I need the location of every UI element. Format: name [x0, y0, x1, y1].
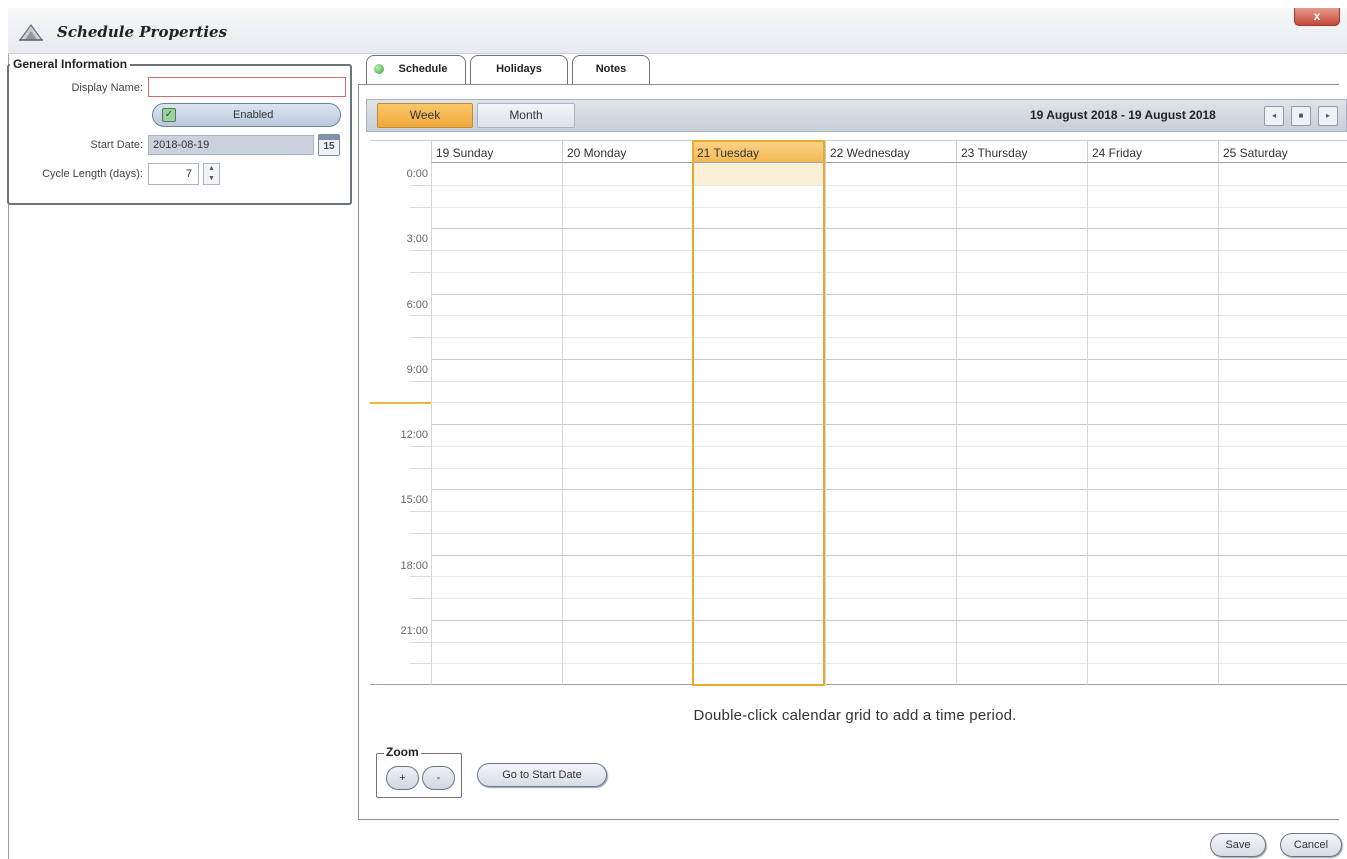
close-button[interactable]: x [1294, 8, 1340, 26]
previous-week-button[interactable]: ◂ [1264, 106, 1284, 126]
day-header-3[interactable]: 22 Wednesday [825, 140, 956, 163]
time-tick [410, 250, 431, 251]
enabled-toggle-button[interactable]: ✓ Enabled [152, 103, 341, 127]
cycle-length-field[interactable]: 7 [148, 163, 199, 185]
time-tick [410, 511, 431, 512]
day-column-4[interactable] [956, 163, 1087, 685]
time-label: 18:00 [400, 560, 428, 572]
general-information-legend: General Information [10, 57, 131, 71]
day-column-0[interactable] [431, 163, 562, 685]
day-header-6[interactable]: 25 Saturday [1218, 140, 1347, 163]
day-header-2[interactable]: 21 Tuesday [692, 140, 825, 163]
date-range-label: 19 August 2018 - 19 August 2018 [1030, 108, 1216, 122]
calendar-icon-number: 15 [323, 141, 335, 152]
time-label: 15:00 [400, 494, 428, 506]
start-date-label: Start Date: [90, 139, 143, 151]
time-tick [410, 381, 431, 382]
schedule-status-icon [374, 64, 384, 74]
time-tick [410, 663, 431, 664]
day-column-6[interactable] [1218, 163, 1347, 685]
zoom-out-button[interactable]: - [422, 766, 455, 790]
time-label: 0:00 [406, 168, 428, 180]
zoom-in-button[interactable]: + [386, 766, 419, 790]
enabled-label: Enabled [233, 109, 274, 121]
today-button[interactable]: ■ [1291, 106, 1311, 126]
time-tick [410, 207, 431, 208]
time-tick [410, 446, 431, 447]
day-header-4[interactable]: 23 Thursday [956, 140, 1087, 163]
time-label: 6:00 [406, 299, 428, 311]
time-label: 3:00 [406, 233, 428, 245]
time-tick [410, 315, 431, 316]
zoom-legend: Zoom [384, 745, 421, 759]
cycle-length-label: Cycle Length (days): [42, 168, 143, 180]
go-to-start-date-button[interactable]: Go to Start Date [477, 763, 607, 787]
cancel-button[interactable]: Cancel [1280, 833, 1342, 857]
chevron-left-icon: ◂ [1271, 111, 1276, 120]
checkbox-icon: ✓ [162, 108, 176, 122]
start-date-field[interactable]: 2018-08-19 [148, 135, 314, 155]
tab-notes[interactable]: Notes [572, 55, 650, 84]
tab-notes-label: Notes [595, 63, 627, 75]
time-tick [410, 598, 431, 599]
today-icon: ■ [1298, 111, 1304, 120]
time-tick [410, 185, 431, 186]
month-view-button[interactable]: Month [477, 103, 575, 128]
calendar-picker-icon[interactable]: 15 [318, 134, 340, 156]
close-icon: x [1313, 9, 1321, 23]
time-label: 21:00 [400, 625, 428, 637]
time-tick [410, 468, 431, 469]
time-tick [410, 576, 431, 577]
next-week-button[interactable]: ▸ [1318, 106, 1338, 126]
time-tick [410, 533, 431, 534]
tab-holidays[interactable]: Holidays [470, 55, 568, 84]
day-header-5[interactable]: 24 Friday [1087, 140, 1218, 163]
calendar-hint-text: Double-click calendar grid to add a time… [693, 707, 1017, 724]
day-column-5[interactable] [1087, 163, 1218, 685]
window-title: Schedule Properties [57, 23, 228, 41]
week-view-button[interactable]: Week [377, 103, 473, 128]
spinner-up-icon[interactable]: ▲ [204, 164, 219, 174]
tab-holidays-label: Holidays [496, 63, 542, 75]
time-tick [410, 642, 431, 643]
chevron-right-icon: ▸ [1325, 111, 1330, 120]
display-name-label: Display Name: [71, 82, 143, 94]
time-label: 12:00 [400, 429, 428, 441]
display-name-field[interactable] [148, 77, 346, 97]
day-column-2[interactable] [692, 163, 825, 685]
tab-schedule-label: Schedule [398, 63, 448, 75]
app-logo-icon [18, 23, 44, 41]
time-label: 9:00 [406, 364, 428, 376]
day-column-3[interactable] [825, 163, 956, 685]
day-header-0[interactable]: 19 Sunday [431, 140, 562, 163]
save-button[interactable]: Save [1210, 833, 1266, 857]
title-bar[interactable]: Schedule Properties x [8, 8, 1347, 54]
day-column-1[interactable] [562, 163, 692, 685]
tab-schedule[interactable]: Schedule [366, 55, 466, 86]
current-time-indicator [370, 402, 431, 404]
day-header-1[interactable]: 20 Monday [562, 140, 692, 163]
time-tick [410, 337, 431, 338]
time-tick [410, 272, 431, 273]
spinner-down-icon[interactable]: ▼ [204, 174, 219, 184]
cycle-length-spinner[interactable]: ▲ ▼ [203, 163, 220, 185]
